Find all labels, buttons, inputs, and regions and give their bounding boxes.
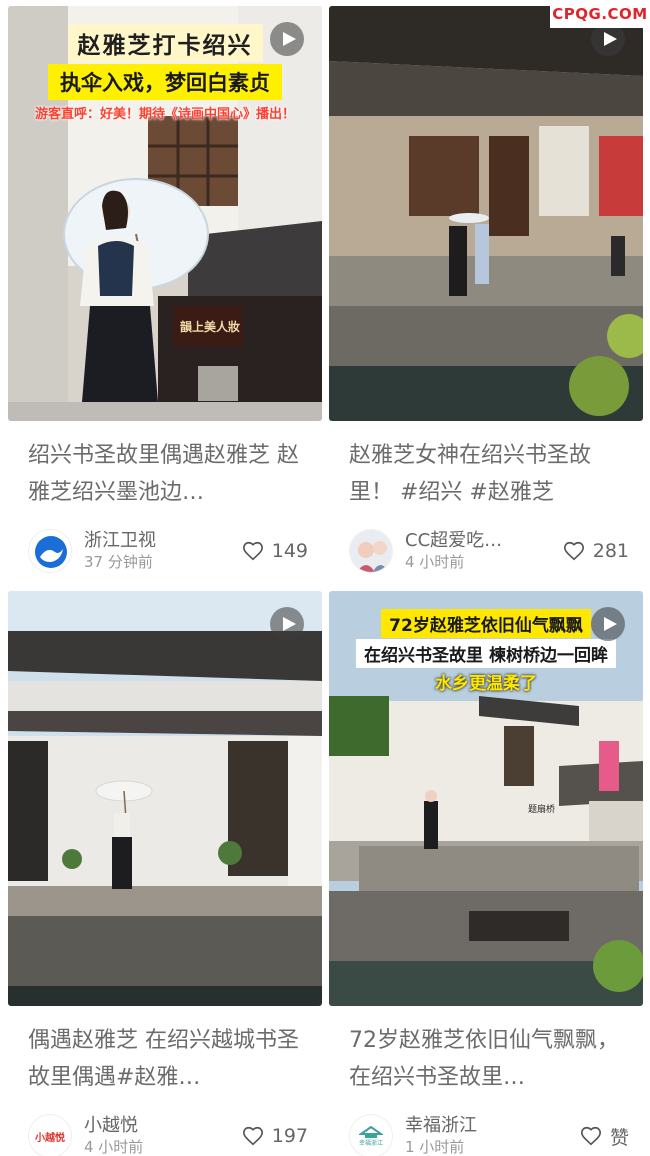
heart-outline-icon bbox=[563, 541, 584, 561]
avatar[interactable] bbox=[28, 529, 72, 573]
video-meta: 小越悦 小越悦 4 小时前 197 bbox=[8, 1108, 322, 1156]
video-meta: 浙江卫视 37 分钟前 149 bbox=[8, 523, 322, 579]
overlay-caption-2: 在绍兴书圣故里 楝树桥边一回眸 bbox=[329, 639, 643, 668]
video-title[interactable]: 72岁赵雅芝依旧仙气飘飘，在绍兴书圣故里… bbox=[329, 1022, 643, 1096]
heart-outline-icon bbox=[242, 541, 263, 561]
user-avatar-icon bbox=[350, 530, 392, 572]
video-title[interactable]: 偶遇赵雅芝 在绍兴越城书圣故里偶遇#赵雅… bbox=[8, 1022, 322, 1096]
like-count: 281 bbox=[592, 540, 629, 562]
video-thumbnail[interactable]: 赵雅芝打卡绍兴 执伞入戏，梦回白素贞 游客直呼：好美！期待《诗画中国心》播出！ … bbox=[8, 6, 322, 421]
video-card[interactable]: 72岁赵雅芝依旧仙气飘飘 在绍兴书圣故里 楝树桥边一回眸 水乡更温柔了 题扇桥 … bbox=[329, 591, 643, 1156]
video-card[interactable]: 赵雅芝女神在绍兴书圣故里！ #绍兴 #赵雅芝 CC超爱吃… 4 小时前 281 bbox=[329, 6, 643, 579]
shop-sign: 韻上美人妝 bbox=[180, 320, 241, 334]
video-thumbnail[interactable]: 72岁赵雅芝依旧仙气飘飘 在绍兴书圣故里 楝树桥边一回眸 水乡更温柔了 题扇桥 bbox=[329, 591, 643, 1006]
author-name[interactable]: 幸福浙江 bbox=[405, 1115, 477, 1137]
post-time: 37 分钟前 bbox=[84, 553, 153, 571]
thumbnail-image bbox=[329, 6, 643, 421]
author-name[interactable]: 小越悦 bbox=[84, 1115, 143, 1137]
avatar[interactable] bbox=[349, 529, 393, 573]
post-time: 4 小时前 bbox=[405, 553, 465, 571]
avatar-logo-text: 小越悦 bbox=[35, 1132, 65, 1144]
avatar[interactable]: 幸福浙江 bbox=[349, 1114, 393, 1156]
like-count: 197 bbox=[271, 1125, 308, 1147]
play-icon[interactable] bbox=[591, 607, 625, 641]
like-button[interactable]: 197 bbox=[242, 1108, 308, 1156]
video-meta: 幸福浙江 幸福浙江 1 小时前 赞 bbox=[329, 1108, 643, 1156]
post-time: 1 小时前 bbox=[405, 1138, 465, 1156]
avatar[interactable]: 小越悦 bbox=[28, 1114, 72, 1156]
house-icon bbox=[359, 1125, 383, 1138]
zhejiang-tv-logo-icon bbox=[29, 530, 71, 572]
heart-outline-icon bbox=[242, 1126, 263, 1146]
video-title[interactable]: 绍兴书圣故里偶遇赵雅芝 赵雅芝绍兴墨池边… bbox=[8, 437, 322, 511]
author-name[interactable]: 浙江卫视 bbox=[84, 530, 156, 552]
shop-sign: 题扇桥 bbox=[528, 805, 556, 815]
play-icon[interactable] bbox=[270, 22, 304, 56]
like-count: 149 bbox=[271, 540, 308, 562]
watermark-logo: CPQG.COM bbox=[550, 0, 650, 28]
like-button[interactable]: 赞 bbox=[580, 1108, 629, 1156]
heart-outline-icon bbox=[580, 1126, 601, 1146]
overlay-caption-3: 游客直呼：好美！期待《诗画中国心》播出！ bbox=[34, 107, 295, 122]
video-thumbnail[interactable] bbox=[8, 591, 322, 1006]
play-icon[interactable] bbox=[270, 607, 304, 641]
avatar-logo-text: 幸福浙江 bbox=[358, 1139, 383, 1147]
overlay-caption-3: 水乡更温柔了 bbox=[435, 674, 537, 694]
like-button[interactable]: 149 bbox=[242, 523, 308, 579]
thumbnail-image bbox=[8, 591, 322, 1006]
video-meta: CC超爱吃… 4 小时前 281 bbox=[329, 523, 643, 579]
video-title[interactable]: 赵雅芝女神在绍兴书圣故里！ #绍兴 #赵雅芝 bbox=[329, 437, 643, 511]
overlay-caption-2: 执伞入戏，梦回白素贞 bbox=[8, 64, 322, 100]
video-feed-grid: 赵雅芝打卡绍兴 执伞入戏，梦回白素贞 游客直呼：好美！期待《诗画中国心》播出！ … bbox=[0, 0, 650, 1156]
like-button[interactable]: 281 bbox=[563, 523, 629, 579]
video-thumbnail[interactable] bbox=[329, 6, 643, 421]
video-card[interactable]: 偶遇赵雅芝 在绍兴越城书圣故里偶遇#赵雅… 小越悦 小越悦 4 小时前 197 bbox=[8, 591, 322, 1156]
author-name[interactable]: CC超爱吃… bbox=[405, 530, 502, 552]
video-card[interactable]: 赵雅芝打卡绍兴 执伞入戏，梦回白素贞 游客直呼：好美！期待《诗画中国心》播出！ … bbox=[8, 6, 322, 579]
like-count: 赞 bbox=[609, 1126, 629, 1149]
post-time: 4 小时前 bbox=[84, 1138, 144, 1156]
